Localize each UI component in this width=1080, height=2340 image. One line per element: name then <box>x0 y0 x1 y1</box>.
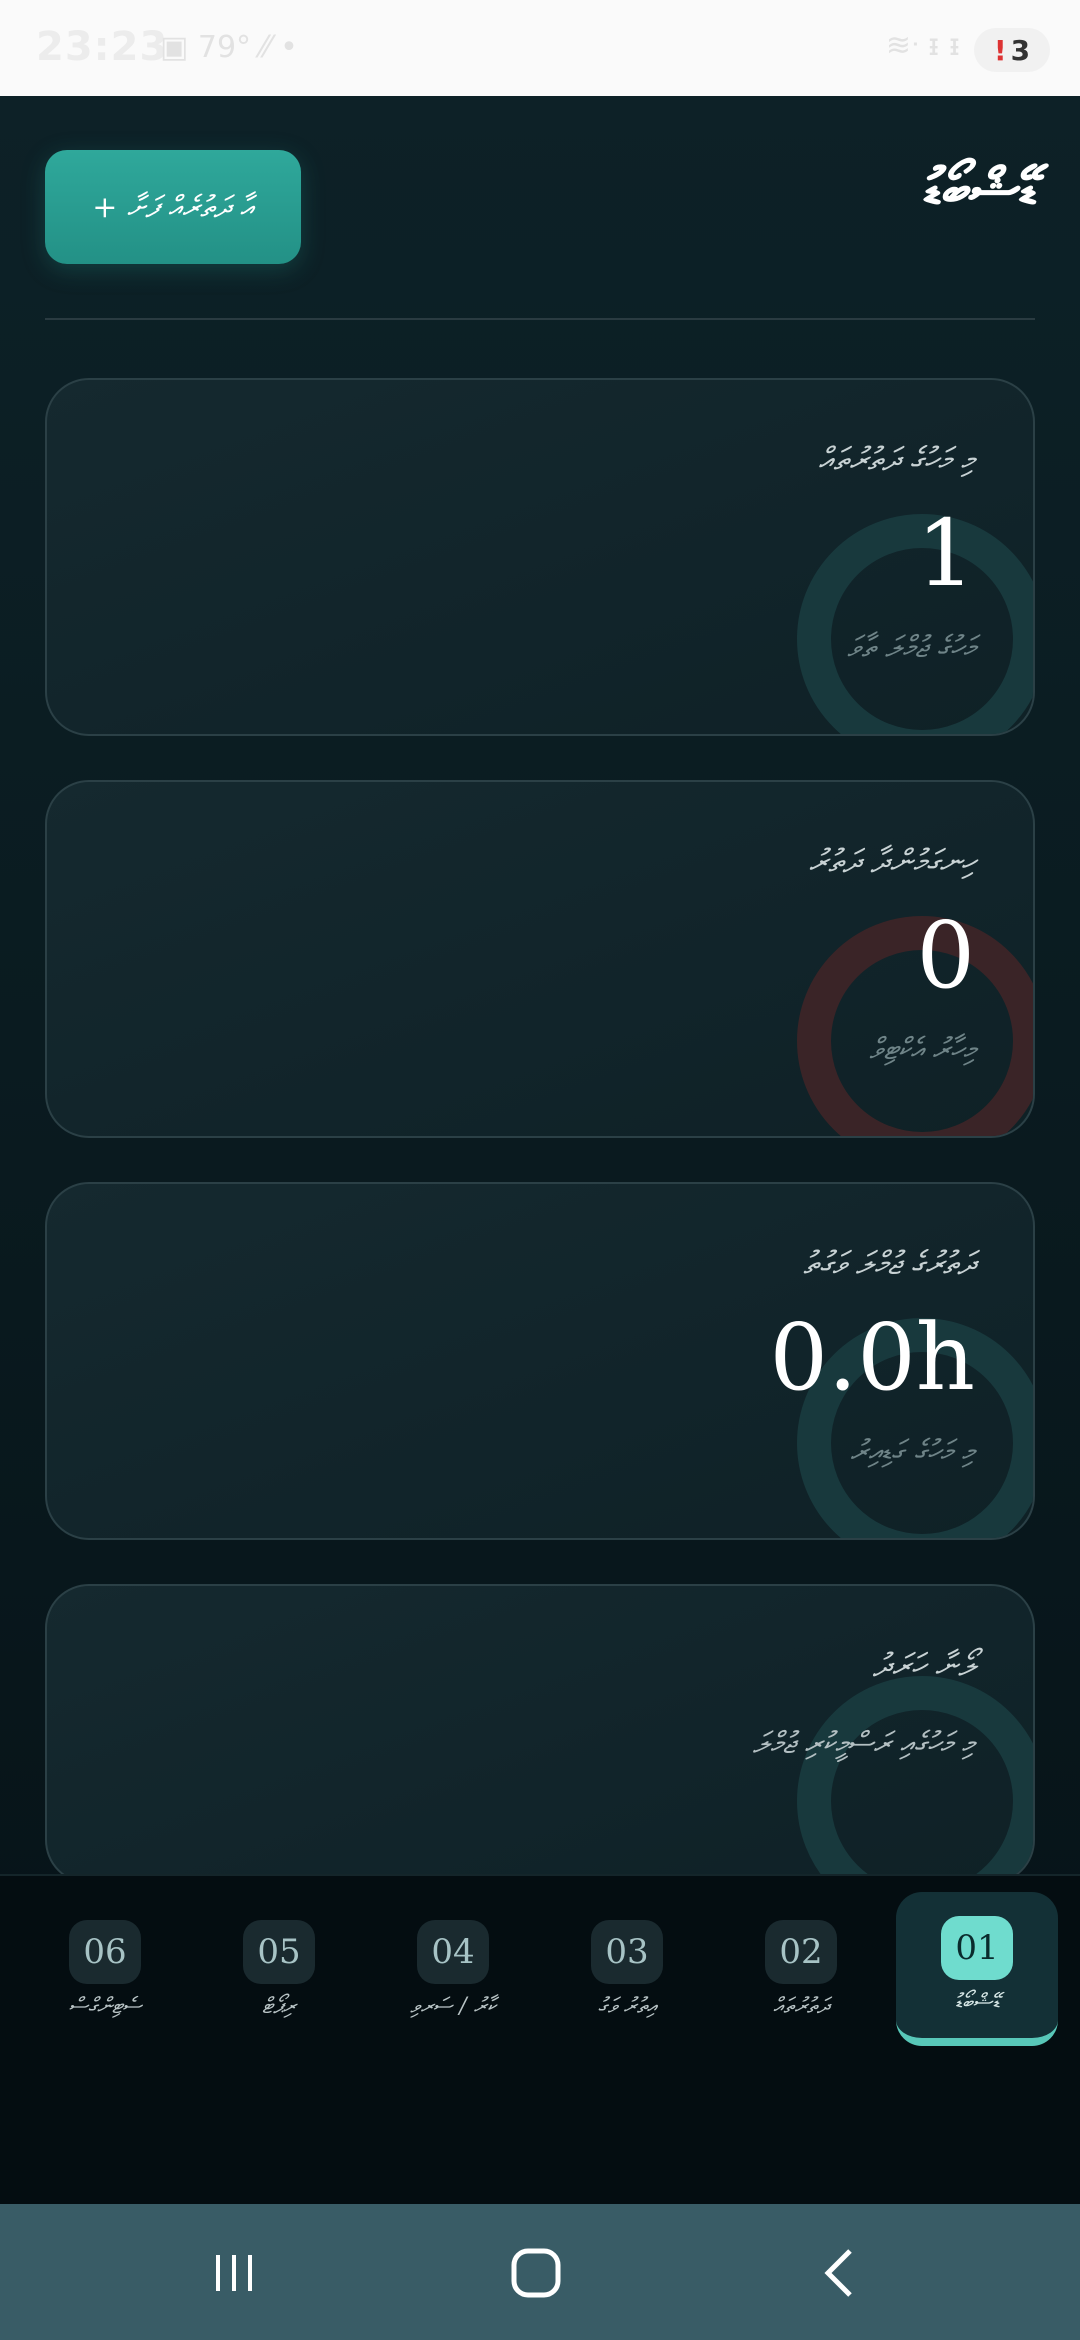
notification-count: 3 <box>1010 33 1031 67</box>
back-button[interactable] <box>800 2238 880 2308</box>
tab-label: ރިޕޯޓް <box>261 1994 297 2019</box>
status-time: 23:23 <box>36 24 169 70</box>
new-trip-button[interactable]: + އާ ދަތުރެއް ފަށާ <box>45 150 301 264</box>
card-label: ހިނގަމުންދާ ދަތުރު <box>808 842 975 880</box>
tab-label: ކާރު / ސަރވި <box>410 1994 496 2019</box>
tab-reports[interactable]: 05 ރިޕޯޓް <box>198 1896 360 2046</box>
recent-apps-button[interactable] <box>194 2238 274 2308</box>
stat-card-fuel-cost[interactable]: ލޯނާ ހަރަދު މި މަހުގެއި ރަސްމީކުރި ޖުމްލ… <box>45 1584 1035 1884</box>
tab-number: 01 <box>941 1916 1013 1980</box>
tab-label: ޑޭޝްބޯޑު <box>954 1990 1000 2015</box>
card-label: ލޯނާ ހަރަދު <box>872 1646 975 1684</box>
card-value: 0.0h <box>769 1304 975 1411</box>
header: + އާ ދަތުރެއް ފަށާ ޑޭޝްބޯޑު <box>45 150 1035 266</box>
tab-vehicles[interactable]: 04 ކާރު / ސަރވި <box>372 1896 534 2046</box>
back-icon <box>824 2249 852 2297</box>
ring-decoration <box>797 1676 1033 1882</box>
header-divider <box>45 318 1035 320</box>
card-subtitle: މި މަހުގެ ގަޑިއިރު <box>850 1434 975 1469</box>
card-label: މި މަހުގެ ދަތުރުތައް <box>818 440 975 478</box>
card-label: ދަތުރުގެ ޖުމްލަ ވަގުތު <box>803 1244 975 1282</box>
tab-overtime[interactable]: 03 އިތުރު ވަގު <box>546 1896 708 2046</box>
tab-number: 06 <box>69 1920 141 1984</box>
card-value: 1 <box>916 500 975 607</box>
recent-apps-icon <box>216 2255 252 2291</box>
stat-card-active-trips[interactable]: ހިނގަމުންދާ ދަތުރު 0 މިހާރު އެކްޓިވް <box>45 780 1035 1138</box>
notification-badge[interactable]: ! 3 <box>974 28 1050 72</box>
tab-trips[interactable]: 02 ދަތުރުތައް <box>720 1896 882 2046</box>
home-icon <box>511 2248 561 2298</box>
tab-number: 04 <box>417 1920 489 1984</box>
status-icons-right: ≋ᐧ ᵻ ᵻ <box>885 28 960 63</box>
tab-settings[interactable]: 06 ސެޓިންގްސް <box>24 1896 186 2046</box>
system-nav-bar <box>0 2204 1080 2340</box>
tab-number: 03 <box>591 1920 663 1984</box>
tab-label: ސެޓިންގްސް <box>68 1994 142 2019</box>
stat-card-trips-this-month[interactable]: މި މަހުގެ ދަތުރުތައް 1 މަހުގެ ޖުމްލަ ތާވ… <box>45 378 1035 736</box>
tab-dashboard[interactable]: 01 ޑޭޝްބޯޑު <box>896 1892 1058 2046</box>
status-icons-left: ▣ 79° ⁄⁄ • <box>160 30 298 65</box>
app-screen: + އާ ދަތުރެއް ފަށާ ޑޭޝްބޯޑު މި މަހުގެ ދަ… <box>0 96 1080 2304</box>
card-subtitle: މިހާރު އެކްޓިވް <box>869 1032 975 1067</box>
tab-number: 05 <box>243 1920 315 1984</box>
card-value: 0 <box>916 902 975 1009</box>
page-title: ޑޭޝްބޯޑު <box>920 156 1035 222</box>
home-button[interactable] <box>496 2238 576 2308</box>
stat-card-total-time[interactable]: ދަތުރުގެ ޖުމްލަ ވަގުތު 0.0h މި މަހުގެ ގަ… <box>45 1182 1035 1540</box>
tab-label: ދަތުރުތައް <box>773 1994 829 2019</box>
card-subtitle: މި މަހުގެއި ރަސްމީކުރި ޖުމްލަ <box>752 1726 975 1761</box>
alert-icon: ! <box>993 33 1007 67</box>
tab-number: 02 <box>765 1920 837 1984</box>
status-bar: 23:23 ▣ 79° ⁄⁄ • ≋ᐧ ᵻ ᵻ ! 3 <box>0 0 1080 96</box>
card-subtitle: މަހުގެ ޖުމްލަ ތާވަ <box>847 630 975 665</box>
tab-label: އިތުރު ވަގު <box>597 1994 657 2019</box>
